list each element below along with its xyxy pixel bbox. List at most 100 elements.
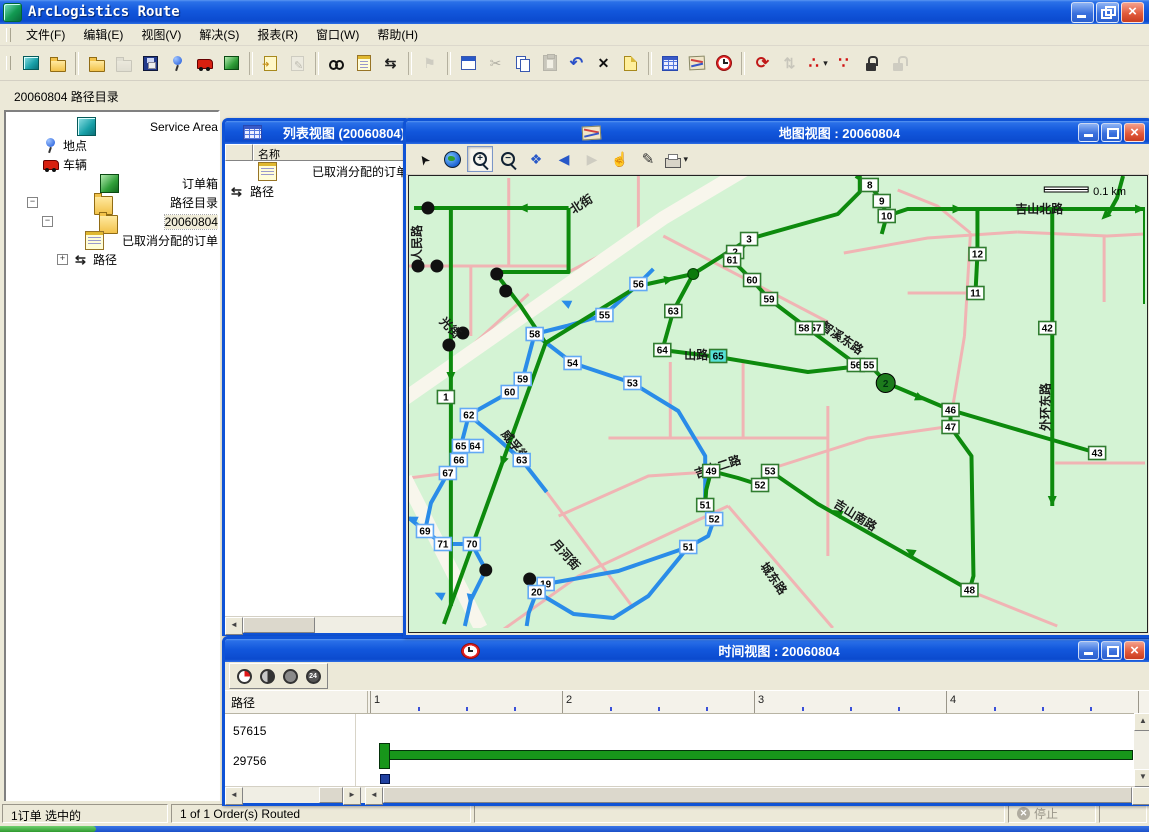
list-header-blank[interactable] [225, 144, 253, 161]
orders-button[interactable] [219, 51, 244, 76]
map-marker-46[interactable]: 46 [942, 404, 959, 417]
open-button[interactable] [45, 51, 70, 76]
map-marker-58[interactable]: 58 [795, 322, 812, 335]
map-view-titlebar[interactable]: 地图视图 : 20060804 [406, 121, 1149, 144]
map-marker-63[interactable]: 63 [513, 454, 530, 467]
map-marker-63[interactable]: 63 [665, 305, 682, 318]
close-button[interactable] [1121, 2, 1144, 23]
time-right-hscroll-thumb[interactable] [383, 787, 1132, 803]
zoom-to-selected-tool-button[interactable] [523, 146, 549, 172]
map-marker-54[interactable]: 54 [564, 357, 581, 370]
map-marker-62[interactable]: 62 [460, 409, 477, 422]
collapse-icon[interactable]: − [42, 216, 53, 227]
hour-view-button[interactable] [280, 666, 300, 686]
tree-item-locations[interactable]: 地点 [6, 136, 218, 155]
map-marker-42[interactable]: 42 [1039, 322, 1056, 335]
map-marker-64[interactable]: 64 [654, 344, 671, 357]
menu-item-5[interactable]: 窗口(W) [307, 24, 368, 45]
map-marker-60[interactable]: 60 [744, 274, 761, 287]
list-header-name[interactable]: 名称 [253, 144, 408, 161]
map-marker-70[interactable]: 70 [463, 538, 480, 551]
map-marker-69[interactable]: 69 [416, 525, 433, 538]
time-maximize-button[interactable] [1101, 641, 1122, 660]
locations-button[interactable] [165, 51, 190, 76]
map-maximize-button[interactable] [1101, 123, 1122, 142]
map-marker-52[interactable]: 52 [752, 479, 769, 492]
map-canvas[interactable]: 北街人民路光街山路智溪东路吉山北路外环东路吉山二路吉山南路城东路月河街威孚街89… [408, 175, 1148, 633]
copy-button[interactable] [510, 51, 535, 76]
menu-item-3[interactable]: 解决(S) [190, 24, 248, 45]
map-marker-55[interactable]: 55 [596, 309, 613, 322]
routes-button[interactable] [378, 51, 403, 76]
solve-all-button[interactable] [831, 51, 856, 76]
map-marker-60[interactable]: 60 [501, 386, 518, 399]
route-row-label-57615[interactable]: 57615 [233, 724, 266, 738]
map-marker-52[interactable]: 52 [706, 513, 723, 526]
solve-button[interactable] [750, 51, 775, 76]
solve-options-button[interactable]: ▾ [804, 51, 829, 76]
time-minimize-button[interactable] [1078, 641, 1099, 660]
tree-item-route-folders[interactable]: −路径目录 [6, 193, 218, 212]
time-hscrollbars[interactable]: ◄ ► ◄ [225, 786, 1149, 803]
half-hour-view-button[interactable] [257, 666, 277, 686]
list-row-routes[interactable]: 路径 [225, 181, 408, 201]
delete-button[interactable] [591, 51, 616, 76]
map-marker-67[interactable]: 67 [439, 467, 456, 480]
map-marker-59[interactable]: 59 [761, 293, 778, 306]
map-marker-61[interactable]: 61 [724, 254, 741, 267]
route-gantt-bar-29756[interactable] [379, 750, 1133, 760]
collapse-icon[interactable]: − [27, 197, 38, 208]
map-marker-65[interactable]: 65 [710, 350, 727, 363]
full-extent-tool-button[interactable] [439, 146, 465, 172]
stop-dot[interactable] [421, 202, 434, 215]
scroll-left-icon[interactable]: ◄ [225, 787, 243, 805]
map-marker-12[interactable]: 12 [969, 248, 986, 261]
tree-item-vehicles[interactable]: 车辆 [6, 155, 218, 174]
map-marker-49[interactable]: 49 [703, 465, 720, 478]
map-marker-10[interactable]: 10 [878, 210, 895, 223]
map-marker-51[interactable]: 51 [697, 499, 714, 512]
map-marker-56[interactable]: 56 [630, 278, 647, 291]
map-marker-53[interactable]: 53 [624, 377, 641, 390]
map-marker-48[interactable]: 48 [961, 584, 978, 597]
map-marker-1[interactable]: 1 [437, 391, 454, 404]
new-route-folder-button[interactable] [18, 51, 43, 76]
menu-item-4[interactable]: 报表(R) [248, 24, 307, 45]
menu-grip[interactable] [6, 28, 11, 42]
expand-icon[interactable]: + [57, 254, 68, 265]
menu-item-6[interactable]: 帮助(H) [368, 24, 427, 45]
scroll-down-icon[interactable]: ▼ [1134, 769, 1149, 787]
map-marker-8[interactable]: 8 [861, 179, 878, 192]
map-marker-65[interactable]: 65 [452, 440, 469, 453]
save-button[interactable] [138, 51, 163, 76]
time-view-button[interactable] [711, 51, 736, 76]
print-tool-button[interactable]: ▾ [663, 146, 689, 172]
orders-list-button[interactable] [351, 51, 376, 76]
minimize-button[interactable] [1071, 2, 1094, 23]
list-hscrollbar[interactable]: ◄ [225, 616, 408, 633]
map-view-button[interactable] [684, 51, 709, 76]
menu-item-2[interactable]: 视图(V) [132, 24, 190, 45]
properties-button[interactable] [456, 51, 481, 76]
menu-item-0[interactable]: 文件(F) [17, 24, 74, 45]
map-marker-53[interactable]: 53 [762, 465, 779, 478]
map-marker-43[interactable]: 43 [1089, 447, 1106, 460]
stop-dot[interactable] [430, 260, 443, 273]
tree-item-order-box[interactable]: 订单箱 [6, 174, 218, 193]
map-marker-20[interactable]: 20 [528, 586, 545, 599]
tree-item-routes[interactable]: +路径 [6, 250, 218, 269]
tree-item-folder-20060804[interactable]: −20060804 [6, 212, 218, 231]
time-view-titlebar[interactable]: 时间视图 : 20060804 [225, 639, 1149, 662]
map-marker-59[interactable]: 59 [514, 373, 531, 386]
map-marker-66[interactable]: 66 [450, 454, 467, 467]
day-24h-view-button[interactable]: 24 [303, 666, 323, 686]
find-button[interactable] [324, 51, 349, 76]
scroll-right-icon[interactable]: ► [343, 787, 361, 805]
map-minimize-button[interactable] [1078, 123, 1099, 142]
list-view-button[interactable] [657, 51, 682, 76]
new-folder-button[interactable] [84, 51, 109, 76]
gantt-area[interactable] [356, 714, 1149, 786]
time-ruler[interactable]: 1234 [368, 691, 1149, 713]
time-column-header[interactable]: 路径 [225, 691, 368, 713]
scroll-left-icon[interactable]: ◄ [365, 787, 383, 805]
